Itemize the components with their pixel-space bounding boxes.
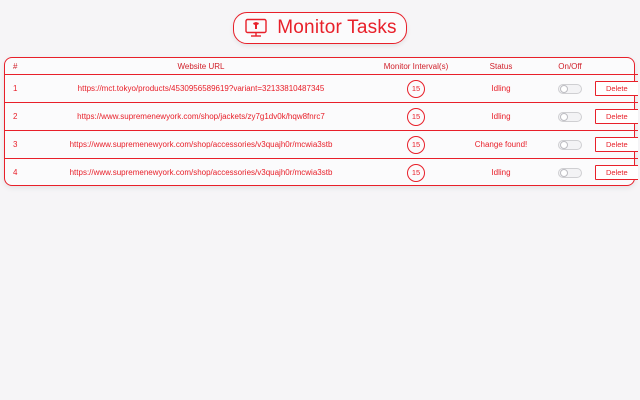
row-actions: Delete xyxy=(595,158,638,186)
row-number: 4 xyxy=(5,158,27,186)
interval-badge: 15 xyxy=(407,135,425,154)
toggle-knob xyxy=(560,112,568,121)
delete-button[interactable]: Delete xyxy=(595,109,638,124)
row-toggle-cell xyxy=(545,158,595,186)
on-off-toggle[interactable] xyxy=(558,83,582,94)
row-status: Idling xyxy=(457,102,545,131)
row-interval: 15 xyxy=(375,158,457,186)
column-header-url: Website URL xyxy=(177,61,225,71)
row-status: Idling xyxy=(457,158,545,186)
column-header-interval: Monitor Interval(s) xyxy=(383,61,449,71)
row-actions: Delete xyxy=(595,102,638,131)
on-off-toggle[interactable] xyxy=(558,167,582,178)
table-row: 1 https://mct.tokyo/products/45309565896… xyxy=(5,74,638,103)
delete-button[interactable]: Delete xyxy=(595,81,638,96)
interval-badge: 15 xyxy=(407,107,425,126)
toggle-knob xyxy=(560,140,568,149)
row-toggle-cell xyxy=(545,102,595,131)
row-actions: Delete xyxy=(595,130,638,159)
on-off-toggle[interactable] xyxy=(558,111,582,122)
toggle-knob xyxy=(560,168,568,177)
column-header-status: Status xyxy=(489,61,513,71)
column-header-delete xyxy=(595,58,638,75)
row-toggle-cell xyxy=(545,130,595,159)
row-number: 3 xyxy=(5,130,27,159)
tasks-panel: # Website URL Monitor Interval(s) Status… xyxy=(4,57,638,186)
row-interval: 15 xyxy=(375,130,457,159)
delete-button[interactable]: Delete xyxy=(595,137,638,152)
row-url: https://www.supremenewyork.com/shop/acce… xyxy=(27,158,375,186)
column-header-onoff: On/Off xyxy=(558,61,582,71)
delete-button[interactable]: Delete xyxy=(595,165,638,180)
tasks-table: # Website URL Monitor Interval(s) Status… xyxy=(5,58,638,186)
table-header-row: # Website URL Monitor Interval(s) Status… xyxy=(5,58,638,75)
interval-badge: 15 xyxy=(407,79,425,98)
column-header-number: # xyxy=(13,61,18,71)
row-toggle-cell xyxy=(545,74,595,103)
row-interval: 15 xyxy=(375,102,457,131)
on-off-toggle[interactable] xyxy=(558,139,582,150)
page-title: Monitor Tasks xyxy=(277,17,397,38)
page-header: Monitor Tasks xyxy=(233,12,407,44)
row-status: Idling xyxy=(457,74,545,103)
row-number: 1 xyxy=(5,74,27,103)
table-row: 2 https://www.supremenewyork.com/shop/ja… xyxy=(5,102,638,131)
interval-badge: 15 xyxy=(407,163,425,182)
row-status: Change found! xyxy=(457,130,545,159)
table-row: 3 https://www.supremenewyork.com/shop/ac… xyxy=(5,130,638,159)
row-url: https://www.supremenewyork.com/shop/jack… xyxy=(27,102,375,131)
row-url: https://www.supremenewyork.com/shop/acce… xyxy=(27,130,375,159)
row-url: https://mct.tokyo/products/4530956589619… xyxy=(27,74,375,103)
row-actions: Delete xyxy=(595,74,638,103)
table-row: 4 https://www.supremenewyork.com/shop/ac… xyxy=(5,158,638,186)
row-interval: 15 xyxy=(375,74,457,103)
monitor-icon xyxy=(243,18,269,38)
row-number: 2 xyxy=(5,102,27,131)
toggle-knob xyxy=(560,84,568,93)
